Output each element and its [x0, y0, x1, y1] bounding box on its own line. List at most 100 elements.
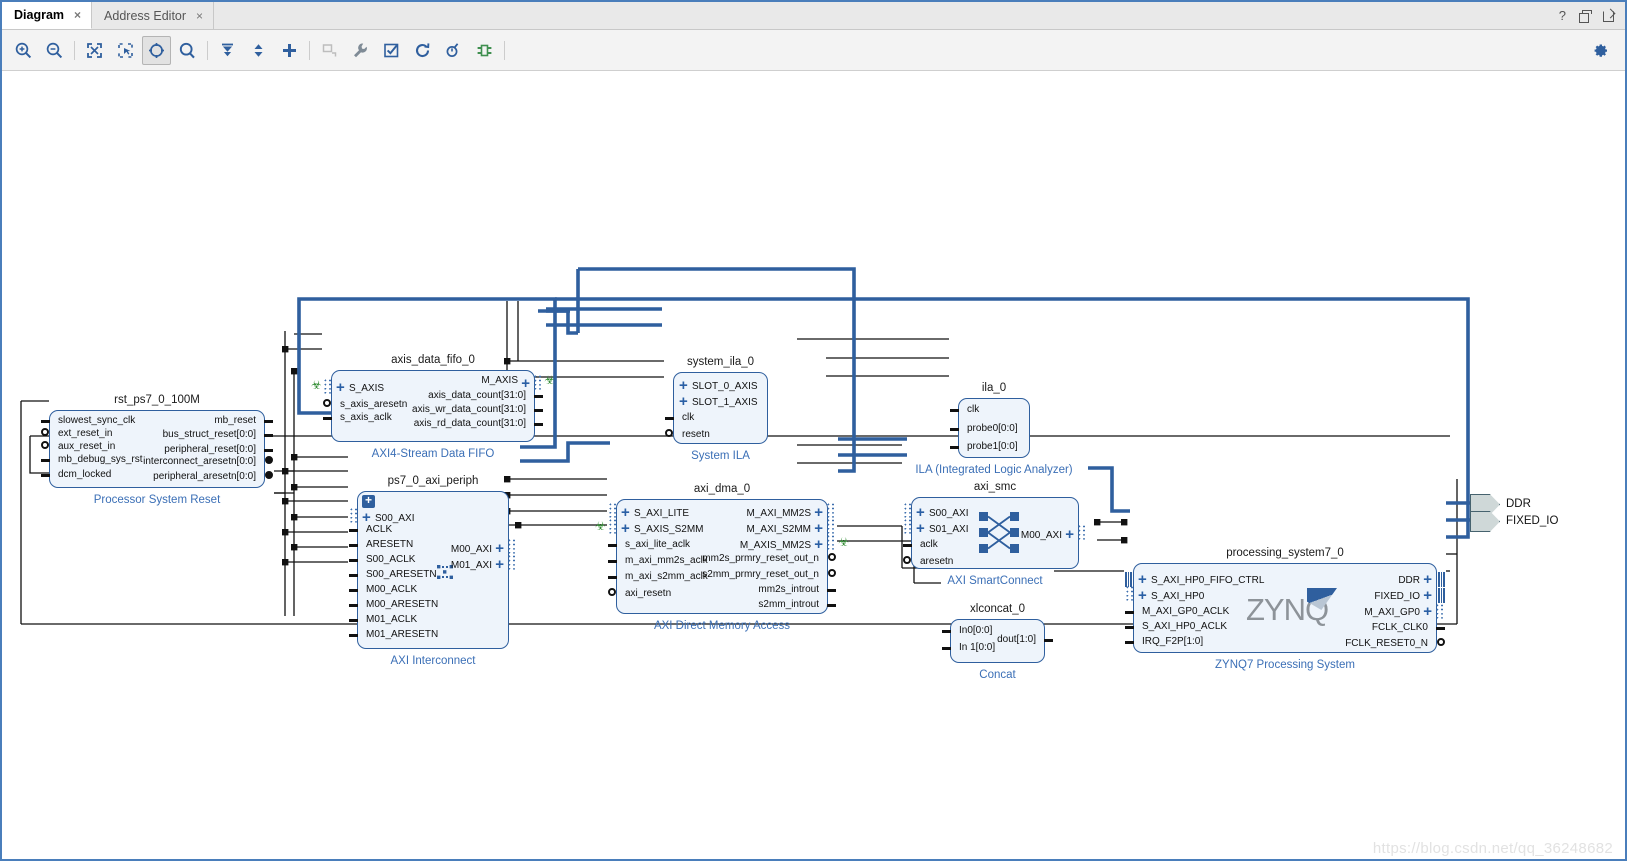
pin-s2mm-prmry-reset-out-n[interactable]: s2mm_prmry_reset_out_n	[702, 570, 819, 580]
pin-m-axi-gp0-aclk[interactable]: M_AXI_GP0_ACLK	[1142, 607, 1229, 617]
expand-bus-icon[interactable]: +	[495, 541, 504, 556]
add-ip-icon[interactable]	[275, 36, 304, 65]
expand-bus-icon[interactable]: +	[621, 521, 630, 536]
pin-in1[interactable]: In 1[0:0]	[959, 643, 995, 653]
expand-bus-icon[interactable]: +	[1138, 588, 1147, 603]
pin-m00-aclk[interactable]: M00_ACLK	[366, 585, 417, 595]
pin-m01-aclk[interactable]: M01_ACLK	[366, 615, 417, 625]
block-axi-dma-0[interactable]: axi_dma_0 AXI Direct Memory Access + S_A…	[595, 483, 849, 632]
restore-window-icon[interactable]	[1579, 10, 1592, 23]
tab-address-editor[interactable]: Address Editor ×	[92, 2, 215, 29]
pin-slot-1-axis[interactable]: SLOT_1_AXIS	[692, 398, 758, 408]
pin-slot-0-axis[interactable]: SLOT_0_AXIS	[692, 382, 758, 392]
pin-peripheral-reset[interactable]: peripheral_reset[0:0]	[164, 445, 256, 455]
zoom-fit-icon[interactable]	[80, 36, 109, 65]
optimize-routing-icon[interactable]	[439, 36, 468, 65]
expand-bus-icon[interactable]: +	[495, 557, 504, 572]
pin-s-axi-lite-aclk[interactable]: s_axi_lite_aclk	[625, 540, 690, 550]
expand-bus-icon[interactable]: +	[814, 505, 823, 520]
pin-mm2s-prmry-reset-out-n[interactable]: mm2s_prmry_reset_out_n	[702, 554, 819, 564]
zoom-out-icon[interactable]	[40, 36, 69, 65]
expand-bus-icon[interactable]: +	[814, 537, 823, 552]
pin-axis-wr-data-count[interactable]: axis_wr_data_count[31:0]	[412, 405, 526, 415]
block-ps7-0-axi-periph[interactable]: ps7_0_axi_periph AXI Interconnect + + S0…	[349, 475, 516, 667]
pin-m-axi-mm2s[interactable]: M_AXI_MM2S	[747, 509, 811, 519]
pin-mb-reset[interactable]: mb_reset	[214, 416, 256, 426]
pin-m-axi-s2mm-aclk[interactable]: m_axi_s2mm_aclk	[625, 572, 708, 582]
expand-bus-icon[interactable]: +	[1138, 572, 1147, 587]
pin-axis-rd-data-count[interactable]: axis_rd_data_count[31:0]	[414, 419, 526, 429]
pin-m00-aresetn[interactable]: M00_ARESETN	[366, 600, 438, 610]
block-xlconcat-0[interactable]: xlconcat_0 Concat In0[0:0] In 1[0:0] dou…	[942, 603, 1053, 681]
pin-fixed-io[interactable]: FIXED_IO	[1374, 592, 1420, 602]
pin-ext-reset-in[interactable]: ext_reset_in	[58, 429, 112, 439]
add-module-icon[interactable]	[315, 36, 344, 65]
tab-address-editor-close-icon[interactable]: ×	[196, 9, 203, 23]
pin-fclk-reset0-n[interactable]: FCLK_RESET0_N	[1345, 639, 1428, 649]
block-processing-system7-0[interactable]: processing_system7_0 ZYNQ7 Processing Sy…	[1125, 547, 1445, 671]
pin-s2mm-introut[interactable]: s2mm_introut	[758, 600, 819, 610]
hierarchy-icon[interactable]	[470, 36, 499, 65]
expand-bus-icon[interactable]: +	[679, 394, 688, 409]
pin-interconnect-aresetn[interactable]: interconnect_aresetn[0:0]	[143, 457, 256, 467]
pin-bus-struct-reset[interactable]: bus_struct_reset[0:0]	[163, 430, 256, 440]
expand-bus-icon[interactable]: +	[1423, 604, 1432, 619]
expand-bus-icon[interactable]: +	[814, 521, 823, 536]
pin-ddr[interactable]: DDR	[1398, 576, 1420, 586]
pin-s-axis-aclk[interactable]: s_axis_aclk	[340, 413, 392, 423]
float-window-icon[interactable]	[1603, 10, 1614, 22]
validate-design-icon[interactable]	[377, 36, 406, 65]
block-design-canvas[interactable]: rst_ps7_0_100M Processor System Reset sl…	[2, 71, 1625, 859]
pin-peripheral-aresetn[interactable]: peripheral_aresetn[0:0]	[153, 472, 256, 482]
pin-s-axis-aresetn[interactable]: s_axis_aresetn	[340, 400, 407, 410]
tab-diagram[interactable]: Diagram ×	[2, 2, 93, 29]
collapse-all-icon[interactable]	[213, 36, 242, 65]
expand-bus-icon[interactable]: +	[1065, 527, 1074, 542]
expand-bus-icon[interactable]: +	[521, 376, 530, 391]
pin-m-axis[interactable]: M_AXIS	[481, 376, 518, 386]
expand-bus-icon[interactable]: +	[679, 378, 688, 393]
pin-m01-axi[interactable]: M01_AXI	[451, 561, 492, 571]
pin-s-axis-s2mm[interactable]: S_AXIS_S2MM	[634, 525, 703, 535]
pin-in0[interactable]: In0[0:0]	[959, 626, 992, 636]
pin-aresetn[interactable]: aresetn	[920, 557, 953, 567]
pin-m-axis-mm2s[interactable]: M_AXIS_MM2S	[740, 541, 811, 551]
pin-resetn[interactable]: resetn	[682, 430, 710, 440]
zoom-area-icon[interactable]	[111, 36, 140, 65]
pin-aux-reset-in[interactable]: aux_reset_in	[58, 442, 115, 452]
expand-all-icon[interactable]	[244, 36, 273, 65]
expand-bus-icon[interactable]: +	[621, 505, 630, 520]
pin-s00-axi[interactable]: S00_AXI	[375, 514, 414, 524]
expand-bus-icon[interactable]: +	[916, 521, 925, 536]
pin-m00-axi[interactable]: M00_AXI	[1021, 531, 1062, 541]
pin-aresetn[interactable]: ARESETN	[366, 540, 413, 550]
pin-aclk[interactable]: ACLK	[366, 525, 392, 535]
pin-dout[interactable]: dout[1:0]	[997, 635, 1036, 645]
pin-m-axi-s2mm[interactable]: M_AXI_S2MM	[747, 525, 811, 535]
pin-clk[interactable]: clk	[682, 413, 694, 423]
expand-bus-icon[interactable]: +	[362, 510, 371, 525]
pin-s-axi-hp0-fifo-ctrl[interactable]: S_AXI_HP0_FIFO_CTRL	[1151, 576, 1264, 586]
expand-bus-icon[interactable]: +	[1423, 572, 1432, 587]
expand-bus-icon[interactable]: +	[916, 505, 925, 520]
pin-mm2s-introut[interactable]: mm2s_introut	[758, 585, 819, 595]
pin-mb-debug-sys-rst[interactable]: mb_debug_sys_rst	[58, 455, 143, 465]
pin-s-axis[interactable]: S_AXIS	[349, 384, 384, 394]
expand-hierarchy-button[interactable]: +	[362, 494, 375, 508]
pin-s00-aclk[interactable]: S00_ACLK	[366, 555, 415, 565]
zoom-in-icon[interactable]	[9, 36, 38, 65]
pin-s00-axi[interactable]: S00_AXI	[929, 509, 968, 519]
pin-aclk[interactable]: aclk	[920, 540, 938, 550]
help-icon[interactable]: ?	[1559, 9, 1566, 22]
tab-diagram-close-icon[interactable]: ×	[74, 8, 81, 22]
pin-s01-axi[interactable]: S01_AXI	[929, 525, 968, 535]
pin-s00-aresetn[interactable]: S00_ARESETN	[366, 570, 437, 580]
pin-m-axi-mm2s-aclk[interactable]: m_axi_mm2s_aclk	[625, 556, 708, 566]
pin-probe1[interactable]: probe1[0:0]	[967, 442, 1018, 452]
expand-bus-icon[interactable]: +	[336, 380, 345, 395]
pin-axi-resetn[interactable]: axi_resetn	[625, 589, 671, 599]
pin-clk[interactable]: clk	[967, 405, 979, 415]
block-rst-ps7-0-100m[interactable]: rst_ps7_0_100M Processor System Reset sl…	[41, 394, 273, 506]
pin-irq-f2p[interactable]: IRQ_F2P[1:0]	[1142, 637, 1203, 647]
pin-fclk-clk0[interactable]: FCLK_CLK0	[1372, 623, 1428, 633]
